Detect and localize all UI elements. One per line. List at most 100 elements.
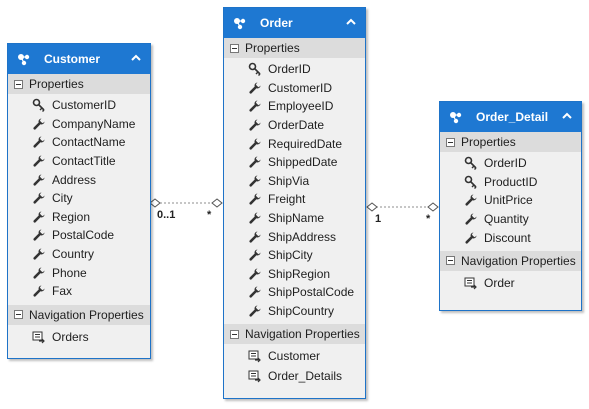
- navigation-icon: [32, 331, 45, 343]
- chevron-up-icon[interactable]: [561, 110, 573, 122]
- wrench-icon: [465, 232, 477, 244]
- navigation-section-header[interactable]: Navigation Properties: [8, 304, 150, 325]
- association-customer-order[interactable]: [149, 198, 223, 208]
- navigation-section-header[interactable]: Navigation Properties: [224, 324, 365, 345]
- property-list: OrderID CustomerID EmployeeID OrderDate Requ…: [224, 58, 365, 324]
- property-row[interactable]: CompanyName: [8, 115, 150, 134]
- property-row[interactable]: ShipRegion: [224, 265, 365, 284]
- property-row[interactable]: PostalCode: [8, 226, 150, 245]
- property-row[interactable]: ContactTitle: [8, 152, 150, 171]
- collapse-toggle-icon[interactable]: [230, 43, 239, 53]
- properties-section-header[interactable]: Properties: [440, 132, 581, 152]
- property-name: ShipCountry: [268, 304, 335, 319]
- property-name: ContactTitle: [52, 154, 116, 169]
- navigation-property-row[interactable]: Order: [440, 273, 581, 293]
- chevron-up-icon[interactable]: [130, 52, 142, 64]
- property-row[interactable]: Country: [8, 245, 150, 264]
- property-row[interactable]: Address: [8, 170, 150, 189]
- navigation-property-row[interactable]: Customer: [224, 346, 365, 366]
- collapse-toggle-icon[interactable]: [14, 79, 23, 89]
- entity-title: Customer: [44, 52, 101, 66]
- key-icon: [32, 98, 45, 113]
- property-row[interactable]: ShipName: [224, 209, 365, 228]
- property-row[interactable]: Region: [8, 208, 150, 227]
- property-row[interactable]: OrderID: [224, 60, 365, 79]
- section-label: Navigation Properties: [461, 253, 576, 268]
- property-row[interactable]: UnitPrice: [440, 191, 581, 210]
- property-row[interactable]: ShipVia: [224, 172, 365, 191]
- property-name: CustomerID: [268, 80, 333, 95]
- property-row[interactable]: CustomerID: [8, 96, 150, 115]
- property-name: Discount: [484, 230, 531, 245]
- property-row[interactable]: ProductID: [440, 173, 581, 192]
- wrench-icon: [249, 156, 261, 168]
- property-name: OrderID: [268, 62, 311, 77]
- collapse-toggle-icon[interactable]: [14, 310, 23, 320]
- property-name: Fax: [52, 284, 73, 299]
- entity-type-icon: [450, 112, 462, 124]
- collapse-toggle-icon[interactable]: [446, 256, 455, 266]
- property-row[interactable]: Freight: [224, 190, 365, 209]
- entity-header[interactable]: Customer: [8, 44, 150, 74]
- property-row[interactable]: ShipCity: [224, 246, 365, 265]
- wrench-icon: [33, 192, 45, 204]
- navigation-property-row[interactable]: Order_Details: [224, 366, 365, 386]
- association-order-order-detail[interactable]: [366, 202, 439, 212]
- property-row[interactable]: OrderDate: [224, 116, 365, 135]
- property-name: Order_Details: [268, 369, 343, 384]
- property-row[interactable]: RequiredDate: [224, 134, 365, 153]
- multiplicity-customer-end: 0..1: [157, 209, 176, 221]
- property-row[interactable]: OrderID: [440, 154, 581, 173]
- section-label: Properties: [29, 77, 84, 91]
- property-name: City: [52, 191, 73, 206]
- wrench-icon: [249, 305, 261, 317]
- navigation-section-header[interactable]: Navigation Properties: [440, 250, 581, 271]
- property-list: OrderID ProductID UnitPrice Quantity Discoun…: [440, 152, 581, 251]
- entity-header[interactable]: Order_Detail: [440, 102, 581, 132]
- entity-title: Order_Detail: [476, 110, 549, 124]
- property-row[interactable]: ShipAddress: [224, 227, 365, 246]
- properties-section-header[interactable]: Properties: [224, 38, 365, 58]
- wrench-icon: [249, 268, 261, 280]
- property-row[interactable]: ContactName: [8, 133, 150, 152]
- multiplicity-order-detail-end: *: [426, 213, 431, 225]
- property-name: Quantity: [484, 212, 529, 227]
- property-row[interactable]: Fax: [8, 282, 150, 301]
- property-name: Freight: [268, 192, 306, 207]
- navigation-property-row[interactable]: Orders: [8, 327, 150, 347]
- properties-section-header[interactable]: Properties: [8, 74, 150, 94]
- entity-order-detail[interactable]: Order_Detail Properties OrderID ProductID…: [439, 101, 582, 311]
- entity-customer[interactable]: Customer Properties CustomerID CompanyNam…: [7, 43, 151, 359]
- property-name: RequiredDate: [268, 136, 343, 151]
- wrench-icon: [249, 175, 261, 187]
- property-row[interactable]: ShippedDate: [224, 153, 365, 172]
- property-name: CompanyName: [52, 116, 136, 131]
- entity-header[interactable]: Order: [224, 8, 365, 38]
- property-row[interactable]: ShipPostalCode: [224, 283, 365, 302]
- property-name: Phone: [52, 265, 87, 280]
- collapse-toggle-icon[interactable]: [230, 329, 239, 339]
- wrench-icon: [33, 229, 45, 242]
- property-row[interactable]: Phone: [8, 263, 150, 282]
- property-name: ContactName: [52, 135, 126, 150]
- property-row[interactable]: ShipCountry: [224, 302, 365, 321]
- chevron-up-icon[interactable]: [345, 16, 357, 28]
- collapse-toggle-icon[interactable]: [446, 137, 455, 147]
- property-row[interactable]: CustomerID: [224, 79, 365, 98]
- property-row[interactable]: Discount: [440, 228, 581, 247]
- section-label: Properties: [245, 41, 300, 55]
- property-name: Region: [52, 209, 91, 224]
- key-icon: [464, 156, 477, 171]
- navigation-list: Orders: [8, 325, 150, 351]
- navigation-list: Customer Order_Details: [224, 344, 365, 390]
- property-row[interactable]: City: [8, 189, 150, 208]
- property-row[interactable]: EmployeeID: [224, 97, 365, 116]
- property-name: ShippedDate: [268, 155, 338, 170]
- property-name: ShipAddress: [268, 229, 337, 244]
- entity-title: Order: [260, 16, 293, 30]
- property-name: ShipName: [268, 211, 325, 226]
- property-name: UnitPrice: [484, 193, 533, 208]
- property-row[interactable]: Quantity: [440, 210, 581, 229]
- entity-order[interactable]: Order Properties OrderID CustomerID Employ…: [223, 7, 366, 399]
- property-name: OrderDate: [268, 118, 325, 133]
